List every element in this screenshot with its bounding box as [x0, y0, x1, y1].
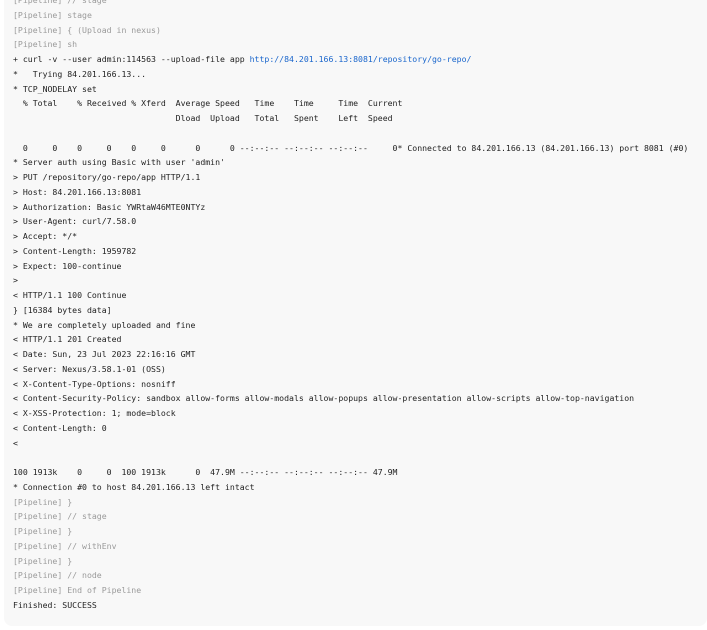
pipeline-step-line: [Pipeline] // stage: [13, 0, 688, 8]
pipeline-step-line: [Pipeline] // stage: [13, 509, 688, 524]
pipeline-step-line: [Pipeline] stage: [13, 8, 688, 23]
console-output-line: < Date: Sun, 23 Jul 2023 22:16:16 GMT: [13, 347, 688, 362]
console-line-text: < Content-Length: 0: [13, 422, 107, 433]
console-line-text: [Pipeline] // node: [13, 570, 102, 581]
console-output-line: 100 1913k 0 0 100 1913k 0 47.9M --:--:--…: [13, 465, 688, 480]
console-line-text: [Pipeline] sh: [13, 39, 78, 50]
console-output-line: < HTTP/1.1 100 Continue: [13, 288, 688, 303]
console-output-line: * TCP_NODELAY set: [13, 82, 688, 97]
console-output-line: % Total % Received % Xferd Average Speed…: [13, 96, 688, 111]
pipeline-step-line: [Pipeline] }: [13, 495, 688, 510]
console-line-text: * We are completely uploaded and fine: [13, 319, 196, 330]
console-line-text: * TCP_NODELAY set: [13, 83, 97, 94]
console-line-text: Finished: SUCCESS: [13, 599, 97, 610]
console-line-text: % Total % Received % Xferd Average Speed…: [13, 98, 403, 109]
console-line-text: >: [13, 275, 18, 286]
console-output-line: > Accept: */*: [13, 229, 688, 244]
console-line-text: < Date: Sun, 23 Jul 2023 22:16:16 GMT: [13, 349, 196, 359]
console-line-text: * Connection #0 to host 84.201.166.13 le…: [13, 481, 255, 492]
console-output-line: < HTTP/1.1 201 Created: [13, 332, 688, 347]
console-line-text: [Pipeline] // stage: [13, 511, 107, 522]
console-line-text: < HTTP/1.1 100 Continue: [13, 290, 127, 300]
console-line-text: + curl -v --user admin:114563 --upload-f…: [13, 54, 250, 64]
console-line-text: [Pipeline] // stage: [13, 0, 107, 5]
console-output-line: > Content-Length: 1959782: [13, 244, 688, 259]
console-output-line: < Content-Length: 0: [13, 421, 688, 436]
repository-url-link[interactable]: http://84.201.166.13:8081/repository/go-…: [250, 54, 472, 64]
pipeline-step-line: [Pipeline] { (Upload in nexus): [13, 23, 688, 38]
console-line-text: Dload Upload Total Spent Left Speed: [13, 113, 393, 123]
console-output-line: * We are completely uploaded and fine: [13, 318, 688, 333]
console-output-line: >: [13, 273, 688, 288]
console-line-text: * Trying 84.201.166.13...: [13, 68, 147, 79]
console-line-text: < Content-Security-Policy: sandbox allow…: [13, 393, 635, 404]
console-line-text: < Server: Nexus/3.58.1-01 (OSS): [13, 363, 166, 374]
console-log: [Pipeline] // stage [Pipeline] stage [Pipe…: [13, 0, 688, 613]
console-line-text: [Pipeline] End of Pipeline: [13, 585, 142, 595]
console-output-line: < X-XSS-Protection: 1; mode=block: [13, 406, 688, 421]
console-output-line: < X-Content-Type-Options: nosniff: [13, 377, 688, 392]
console-output-line: > PUT /repository/go-repo/app HTTP/1.1: [13, 170, 688, 185]
console-line-text: < X-XSS-Protection: 1; mode=block: [13, 408, 176, 418]
console-output-line: [13, 126, 688, 141]
pipeline-step-line: [Pipeline] sh: [13, 37, 688, 52]
console-line-text: [Pipeline] { (Upload in nexus): [13, 24, 161, 35]
console-line-text: * Server auth using Basic with user 'adm…: [13, 157, 225, 168]
console-output-line: Finished: SUCCESS: [13, 598, 688, 613]
console-line-text: 100 1913k 0 0 100 1913k 0 47.9M --:--:--…: [13, 467, 398, 477]
console-output-line: [13, 450, 688, 465]
console-line-text: [Pipeline] }: [13, 526, 73, 536]
console-line-text: > PUT /repository/go-repo/app HTTP/1.1: [13, 172, 201, 182]
console-output-line: * Connection #0 to host 84.201.166.13 le…: [13, 480, 688, 495]
console-line-text: > Expect: 100-continue: [13, 260, 122, 271]
console-output-line: Dload Upload Total Spent Left Speed: [13, 111, 688, 126]
console-output-line: > User-Agent: curl/7.58.0: [13, 214, 688, 229]
console-output-line: <: [13, 436, 688, 451]
pipeline-step-line: [Pipeline] // node: [13, 568, 688, 583]
console-output-line: > Expect: 100-continue: [13, 259, 688, 274]
console-line-text: 0 0 0 0 0 0 0 0 --:--:-- --:--:-- --:--:…: [13, 142, 689, 153]
console-output-line: < Server: Nexus/3.58.1-01 (OSS): [13, 362, 688, 377]
pipeline-step-line: [Pipeline] }: [13, 554, 688, 569]
console-line-text: > Authorization: Basic YWRtaW46MTE0NTYz: [13, 201, 206, 212]
console-line-text: > Content-Length: 1959782: [13, 245, 137, 256]
console-output-line: * Server auth using Basic with user 'adm…: [13, 155, 688, 170]
console-output-line: < Content-Security-Policy: sandbox allow…: [13, 391, 688, 406]
console-line-text: [Pipeline] }: [13, 496, 73, 507]
console-output-panel[interactable]: [Pipeline] // stage [Pipeline] stage [Pipe…: [4, 0, 707, 626]
console-line-text: < HTTP/1.1 201 Created: [13, 334, 122, 345]
console-output-line: > Authorization: Basic YWRtaW46MTE0NTYz: [13, 200, 688, 215]
pipeline-step-line: [Pipeline] }: [13, 524, 688, 539]
console-output-line: > Host: 84.201.166.13:8081: [13, 185, 688, 200]
console-line-text: > User-Agent: curl/7.58.0: [13, 216, 137, 227]
shell-command-line: + curl -v --user admin:114563 --upload-f…: [13, 52, 688, 67]
console-line-text: <: [13, 437, 18, 448]
console-line-text: [Pipeline] // withEnv: [13, 540, 117, 551]
console-line-text: > Accept: */*: [13, 231, 78, 241]
console-line-text: < X-Content-Type-Options: nosniff: [13, 378, 176, 389]
console-output-line: 0 0 0 0 0 0 0 0 --:--:-- --:--:-- --:--:…: [13, 141, 688, 156]
console-line-text: > Host: 84.201.166.13:8081: [13, 186, 142, 197]
pipeline-step-line: [Pipeline] // withEnv: [13, 539, 688, 554]
console-output-line: * Trying 84.201.166.13...: [13, 67, 688, 82]
console-line-text: [Pipeline] stage: [13, 9, 92, 20]
pipeline-step-line: [Pipeline] End of Pipeline: [13, 583, 688, 598]
console-line-text: } [16384 bytes data]: [13, 304, 112, 315]
console-line-text: [Pipeline] }: [13, 555, 73, 566]
console-output-line: } [16384 bytes data]: [13, 303, 688, 318]
